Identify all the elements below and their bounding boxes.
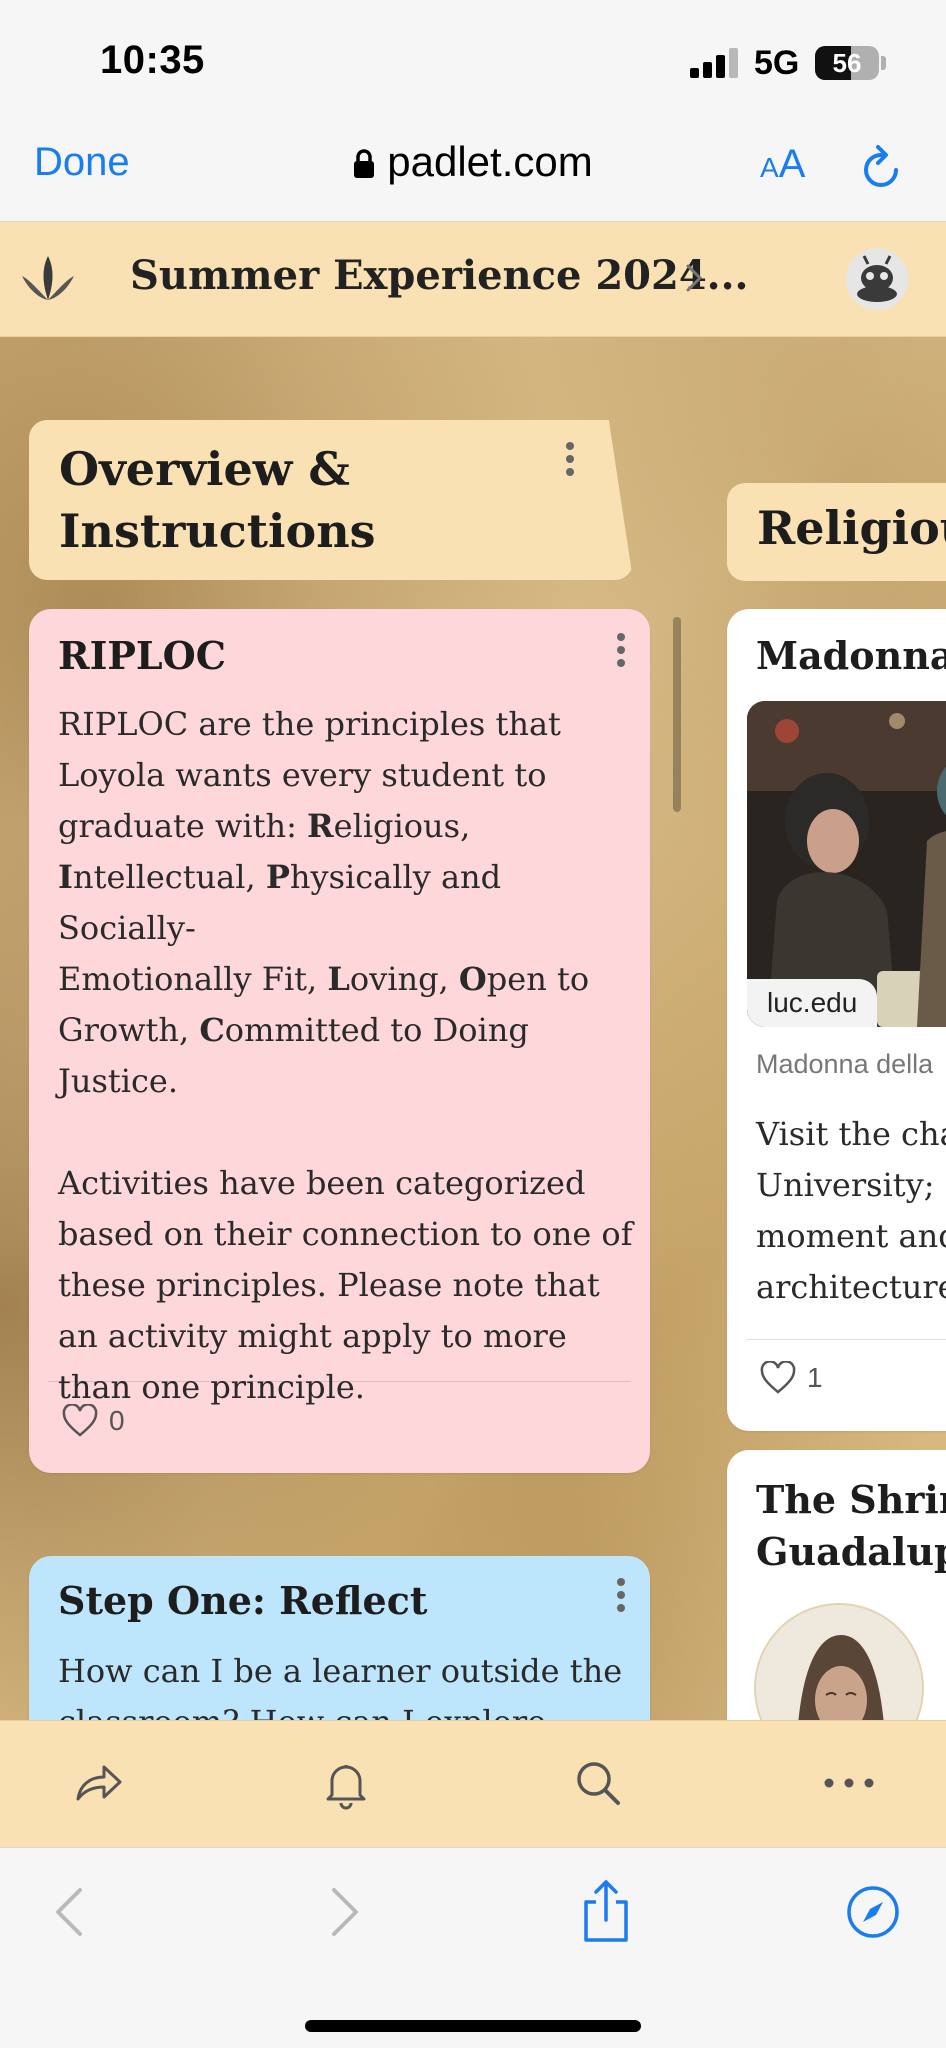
post-card-step-one[interactable]: Step One: Reflect How can I be a learner… <box>29 1556 650 1720</box>
text-size-button[interactable]: AA <box>760 142 805 187</box>
body-line: moment and <box>756 1217 946 1255</box>
browser-top-bar: Done padlet.com AA <box>0 120 946 222</box>
post-body: How can I be a learner outside the class… <box>58 1652 623 1720</box>
principle-letter: C <box>199 1011 225 1049</box>
body-line: architecture <box>756 1268 946 1306</box>
body-text: Growth, <box>58 1011 200 1049</box>
like-button[interactable]: 1 <box>759 1361 823 1395</box>
back-chevron-icon[interactable] <box>44 1884 100 1940</box>
text-size-small: A <box>760 152 779 183</box>
lock-icon <box>353 141 375 189</box>
section-header-religious: Religious <box>727 483 946 581</box>
url-text: padlet.com <box>387 138 593 185</box>
share-sheet-icon[interactable] <box>578 1878 634 1944</box>
padlet-board[interactable]: Overview & Instructions Religious RIPLOC… <box>0 337 946 1720</box>
body-line: graduate with: Religious, <box>58 801 633 852</box>
post-image[interactable] <box>754 1603 924 1720</box>
principle-letter: O <box>458 960 487 998</box>
title-line: The Shrin <box>756 1477 946 1522</box>
body-line: Growth, Committed to Doing <box>58 1005 633 1056</box>
heart-icon <box>760 1361 796 1394</box>
search-icon[interactable] <box>570 1755 626 1811</box>
post-title: Madonna <box>756 633 946 678</box>
post-photo[interactable]: luc.edu <box>747 701 946 1027</box>
column-scrollbar[interactable] <box>673 617 681 812</box>
post-card-riploc[interactable]: RIPLOC RIPLOC are the principles that Lo… <box>29 609 650 1473</box>
body-text: eligious, <box>333 807 471 845</box>
body-line: University; s <box>756 1166 946 1204</box>
principle-letter: I <box>58 858 73 896</box>
body-text: pen to <box>486 960 590 998</box>
section-title: Religious <box>757 501 946 555</box>
post-title: Step One: Reflect <box>58 1578 428 1623</box>
section-menu-icon[interactable] <box>565 442 575 476</box>
body-line: Visit the cha <box>756 1115 946 1153</box>
avatar[interactable] <box>846 248 908 310</box>
more-icon[interactable] <box>821 1755 877 1811</box>
section-header-overview: Overview & Instructions <box>29 420 633 580</box>
section-title: Overview & Instructions <box>59 442 376 558</box>
browser-bottom-bar <box>0 1847 946 2048</box>
like-count: 1 <box>807 1362 823 1393</box>
post-menu-icon[interactable] <box>616 633 626 667</box>
battery-level: 56 <box>832 48 862 78</box>
post-card-madonna[interactable]: Madonna luc.edu Madonna della Visit the … <box>727 609 946 1431</box>
share-arrow-icon[interactable] <box>70 1755 126 1811</box>
post-body: RIPLOC are the principles that Loyola wa… <box>58 699 633 1413</box>
shrine-image <box>756 1605 922 1720</box>
status-bar: 10:35 5G 56 <box>0 0 946 120</box>
body-line: Justice. <box>58 1062 178 1100</box>
padlet-logo-icon[interactable] <box>18 252 78 306</box>
principle-letter: L <box>327 960 350 998</box>
network-type: 5G <box>754 44 800 82</box>
post-title: RIPLOC <box>58 633 226 678</box>
link-caption: Madonna della <box>756 1049 934 1079</box>
body-text: ntellectual, <box>72 858 266 896</box>
like-count: 0 <box>109 1405 125 1436</box>
bell-icon[interactable] <box>318 1755 374 1811</box>
like-button[interactable]: 0 <box>61 1404 125 1438</box>
divider <box>746 1339 946 1340</box>
post-menu-icon[interactable] <box>616 1578 626 1612</box>
divider <box>48 1381 631 1382</box>
link-chip[interactable]: luc.edu <box>747 979 878 1027</box>
body-text: graduate with: <box>58 807 308 845</box>
post-title: The Shrin Guadalupe <box>756 1474 946 1578</box>
compass-icon[interactable] <box>845 1884 901 1940</box>
body-text: Emotionally Fit, <box>58 960 328 998</box>
body-text: ommitted to Doing <box>224 1011 529 1049</box>
text-size-large: A <box>778 142 806 186</box>
cellular-signal-icon <box>690 48 740 78</box>
padlet-header: Summer Experience 2024... <box>0 222 946 337</box>
home-indicator[interactable] <box>305 2020 641 2032</box>
body-line: RIPLOC are the principles that <box>58 705 561 743</box>
post-body: Visit the cha University; s moment and a… <box>756 1109 946 1313</box>
forward-chevron-icon[interactable] <box>314 1884 370 1940</box>
reload-icon[interactable] <box>860 142 904 190</box>
chevron-right-icon[interactable] <box>682 260 706 296</box>
body-line: Intellectual, Physically and Socially- <box>58 852 633 954</box>
heart-icon <box>62 1404 98 1437</box>
post-body-paragraph: Activities have been categorized based o… <box>58 1164 633 1406</box>
body-line: Emotionally Fit, Loving, Open to <box>58 954 633 1005</box>
padlet-toolbar <box>0 1720 946 1847</box>
body-text: oving, <box>349 960 459 998</box>
status-time: 10:35 <box>100 38 205 82</box>
padlet-title[interactable]: Summer Experience 2024... <box>130 252 748 299</box>
post-card-shrine[interactable]: The Shrin Guadalupe <box>727 1450 946 1720</box>
battery-cap <box>881 56 886 70</box>
principle-letter: R <box>307 807 334 845</box>
battery-icon: 56 <box>815 46 879 80</box>
title-line: Guadalupe <box>756 1529 946 1574</box>
body-line: Loyola wants every student to <box>58 756 547 794</box>
principle-letter: P <box>265 858 290 896</box>
